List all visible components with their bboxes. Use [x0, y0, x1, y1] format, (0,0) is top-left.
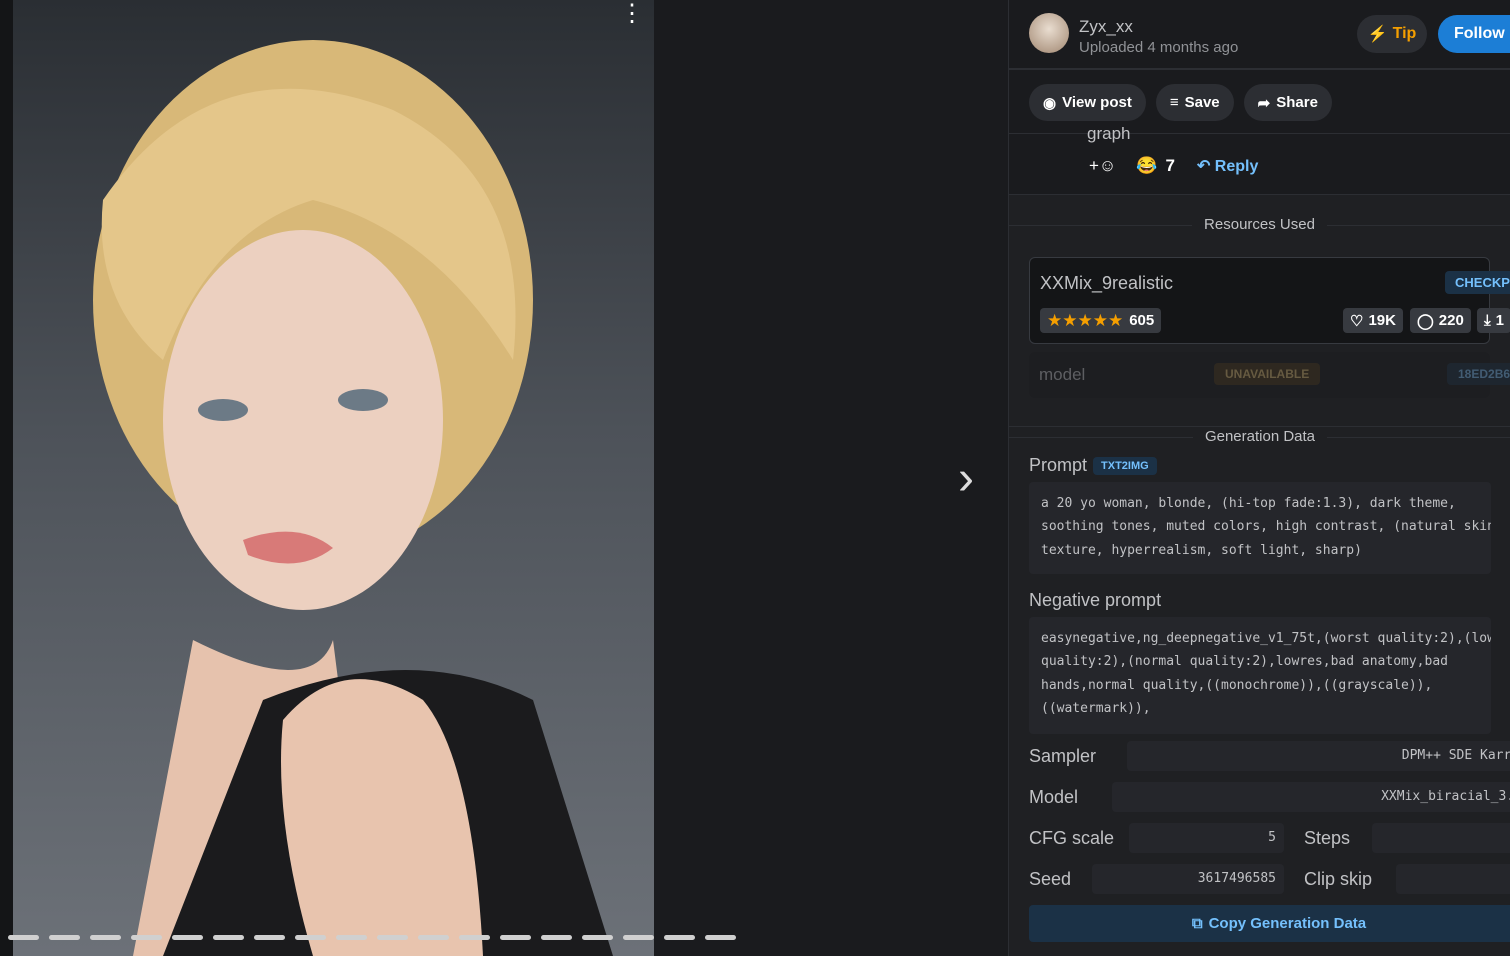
carousel-dot[interactable]	[664, 935, 695, 940]
downloads-stat: ⤓ 1	[1477, 308, 1510, 333]
sampler-label: Sampler	[1029, 746, 1097, 766]
carousel-dot[interactable]	[418, 935, 449, 940]
rating: ★★★★★ 605	[1040, 308, 1162, 333]
carousel-dot[interactable]	[541, 935, 572, 940]
portrait-illustration	[93, 40, 613, 956]
image-viewer: ⋮ ›	[0, 0, 1008, 956]
username[interactable]: Zyx_xx	[1079, 17, 1133, 37]
carousel-dot[interactable]	[90, 935, 121, 940]
heart-icon: ♡	[1350, 312, 1364, 330]
generated-image	[13, 0, 654, 956]
carousel-dot[interactable]	[8, 935, 39, 940]
laughing-emoji-icon[interactable]: 😂	[1136, 156, 1157, 176]
rating-count: 605	[1129, 312, 1155, 329]
likes-stat: ♡ 19K	[1343, 308, 1403, 333]
carousel-dot[interactable]	[254, 935, 285, 940]
follow-button[interactable]: Follow	[1438, 15, 1510, 53]
comment-icon: ◯	[1417, 312, 1434, 330]
carousel-dot[interactable]	[336, 935, 367, 940]
eye-icon: ◉	[1043, 94, 1057, 112]
add-reaction-icon[interactable]: +☺	[1089, 156, 1116, 176]
next-image-button[interactable]: ›	[958, 455, 974, 503]
clip-skip-value	[1396, 864, 1510, 894]
copy-icon: ⧉	[1191, 915, 1203, 932]
tip-button[interactable]: ⚡ Tip	[1357, 15, 1427, 53]
save-label: Save	[1184, 94, 1220, 111]
resource-type-badge: CHECKPOINT	[1445, 271, 1510, 294]
carousel-dot[interactable]	[172, 935, 203, 940]
post-actions: ◉ View post ≡ Save ➦ Share	[1009, 70, 1510, 134]
comment: graph +☺ 😂 7 ↶ Reply	[1009, 124, 1510, 194]
share-button[interactable]: ➦ Share	[1243, 84, 1332, 121]
carousel-dot[interactable]	[582, 935, 613, 940]
share-icon: ➦	[1257, 94, 1271, 112]
copy-label: Copy Generation Data	[1208, 915, 1367, 932]
view-post-label: View post	[1062, 94, 1132, 111]
negative-prompt-label: Negative prompt	[1029, 590, 1162, 610]
carousel-dot[interactable]	[623, 935, 654, 940]
share-label: Share	[1276, 94, 1318, 111]
prompt-text[interactable]: a 20 yo woman, blonde, (hi-top fade:1.3)…	[1029, 482, 1491, 574]
copy-generation-data-button[interactable]: ⧉ Copy Generation Data	[1029, 905, 1510, 942]
left-strip	[0, 0, 13, 956]
carousel-dot[interactable]	[295, 935, 326, 940]
avatar[interactable]	[1029, 13, 1069, 53]
save-button[interactable]: ≡ Save	[1155, 84, 1234, 121]
comment-text: graph	[1087, 124, 1131, 143]
carousel-dot[interactable]	[49, 935, 80, 940]
steps-label: Steps	[1304, 828, 1351, 848]
seed-label: Seed	[1029, 869, 1072, 889]
upload-time: Uploaded 4 months ago	[1079, 39, 1239, 56]
model-label: Model	[1029, 787, 1079, 807]
carousel-dot[interactable]	[213, 935, 244, 940]
unavailable-resource: model UNAVAILABLE 18ED2B6	[1029, 352, 1510, 398]
details-panel: Zyx_xx Uploaded 4 months ago ⚡ Tip Follow…	[1008, 0, 1510, 956]
carousel-indicators	[8, 935, 736, 940]
carousel-dot[interactable]	[500, 935, 531, 940]
steps-value	[1372, 823, 1510, 853]
prompt-label: Prompt	[1029, 455, 1088, 475]
download-icon: ⤓	[1484, 312, 1491, 329]
resources-title: Resources Used	[1009, 215, 1510, 235]
view-post-button[interactable]: ◉ View post	[1029, 84, 1146, 121]
more-options-icon[interactable]: ⋮	[620, 2, 644, 38]
user-header: Zyx_xx Uploaded 4 months ago ⚡ Tip Follow	[1009, 0, 1510, 70]
hash-badge: 18ED2B6	[1447, 363, 1510, 385]
reply-button[interactable]: ↶ Reply	[1197, 156, 1258, 176]
playlist-add-icon: ≡	[1169, 94, 1179, 111]
clip-skip-label: Clip skip	[1304, 869, 1373, 889]
comments-stat: ◯ 220	[1410, 308, 1471, 333]
reaction-count: 7	[1165, 156, 1175, 175]
resource-name[interactable]: XXMix_9realistic	[1040, 273, 1173, 294]
unavailable-badge: UNAVAILABLE	[1214, 363, 1321, 385]
star-icons: ★★★★★	[1047, 310, 1124, 330]
resource-card[interactable]: XXMix_9realistic CHECKPOINT ★★★★★ 605 ♡19…	[1029, 257, 1510, 344]
prompt-type-badge: TXT2IMG	[1093, 456, 1157, 475]
seed-value: 3617496585	[1092, 864, 1284, 894]
cfg-value: 5	[1129, 823, 1284, 853]
lightning-icon: ⚡	[1367, 26, 1388, 43]
carousel-dot[interactable]	[459, 935, 490, 940]
carousel-dot[interactable]	[131, 935, 162, 940]
resource-label: model	[1039, 365, 1086, 384]
sampler-value: DPM++ SDE Karras	[1127, 741, 1510, 771]
generation-title: Generation Data	[1009, 427, 1510, 447]
resources-section: Resources Used XXMix_9realistic CHECKPOI…	[1009, 194, 1510, 426]
carousel-dot[interactable]	[377, 935, 408, 940]
reply-label: Reply	[1214, 158, 1259, 175]
carousel-dot[interactable]	[705, 935, 736, 940]
negative-prompt-text[interactable]: easynegative,ng_deepnegative_v1_75t,(wor…	[1029, 617, 1491, 734]
reaction-bar: +☺ 😂 7 ↶ Reply	[1089, 156, 1258, 176]
tip-label: Tip	[1392, 25, 1417, 42]
model-value: XXMix_biracial_3.0	[1112, 782, 1510, 812]
cfg-label: CFG scale	[1029, 828, 1115, 848]
